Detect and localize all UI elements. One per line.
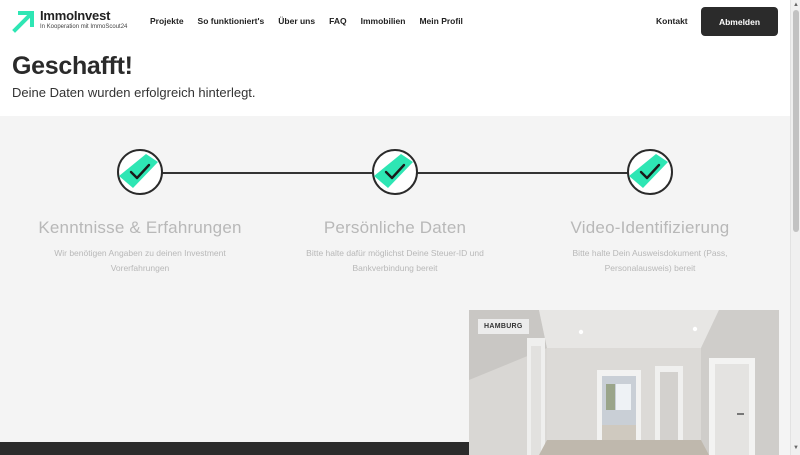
logout-button[interactable]: Abmelden xyxy=(701,7,778,36)
brand-logo[interactable]: ImmoInvest In Kooperation mit ImmoScout2… xyxy=(12,9,127,33)
step-description: Bitte halte dafür möglichst Deine Steuer… xyxy=(306,248,484,273)
step-description: Bitte halte Dein Ausweisdokument (Pass, … xyxy=(572,248,728,273)
arrow-up-right-icon xyxy=(12,11,34,33)
step-title: Video-Identifizierung xyxy=(570,218,730,237)
project-image-card[interactable]: HAMBURG xyxy=(469,310,779,455)
contact-link[interactable]: Kontakt xyxy=(656,16,688,26)
check-icon xyxy=(117,149,163,195)
nav-item-mein-profil[interactable]: Mein Profil xyxy=(419,16,462,26)
step-title: Kenntnisse & Erfahrungen xyxy=(38,218,242,237)
page-title: Geschafft! xyxy=(12,52,133,80)
page-subtitle: Deine Daten wurden erfolgreich hinterleg… xyxy=(12,85,256,100)
step-description: Wir benötigen Angaben zu deinen Investme… xyxy=(54,248,226,273)
location-badge: HAMBURG xyxy=(478,319,529,334)
scrollbar-thumb[interactable] xyxy=(793,10,799,232)
brand-tagline: In Kooperation mit ImmoScout24 xyxy=(40,24,128,30)
check-icon xyxy=(627,149,673,195)
page-scrollbar[interactable]: ▲ ▼ xyxy=(790,0,800,455)
check-icon xyxy=(372,149,418,195)
footer-band xyxy=(0,442,469,455)
scroll-up-arrow-icon[interactable]: ▲ xyxy=(793,2,799,8)
nav-item-faq[interactable]: FAQ xyxy=(329,16,346,26)
nav-item-ueber-uns[interactable]: Über uns xyxy=(278,16,315,26)
brand-name: ImmoInvest xyxy=(40,8,111,23)
nav-item-so-funktionierts[interactable]: So funktioniert's xyxy=(198,16,265,26)
scroll-down-arrow-icon[interactable]: ▼ xyxy=(793,445,799,451)
nav-item-immobilien[interactable]: Immobilien xyxy=(361,16,406,26)
site-header: ImmoInvest In Kooperation mit ImmoScout2… xyxy=(0,0,790,44)
main-nav: Projekte So funktioniert's Über uns FAQ … xyxy=(150,16,463,26)
step-title: Persönliche Daten xyxy=(323,218,467,237)
nav-item-projekte[interactable]: Projekte xyxy=(150,16,184,26)
